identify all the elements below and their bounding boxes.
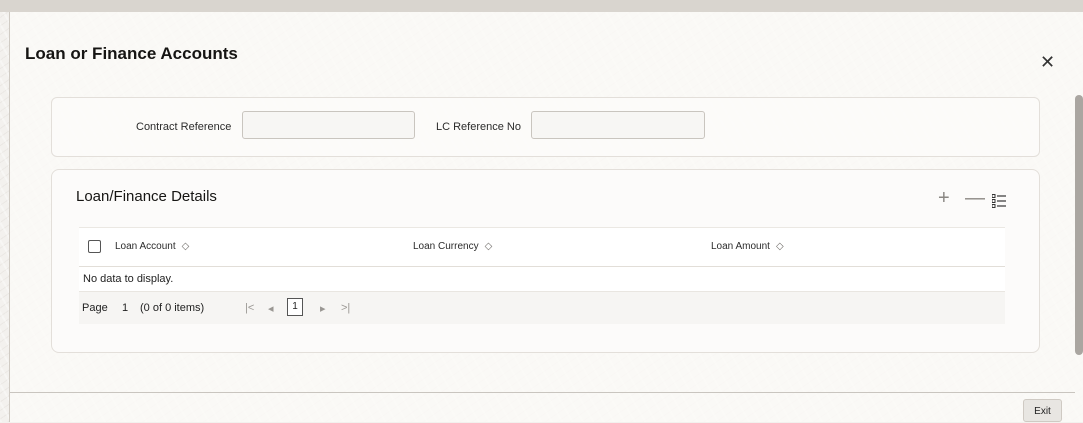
minus-icon[interactable]: —	[965, 188, 985, 208]
plus-icon[interactable]: +	[938, 188, 950, 208]
dialog-title: Loan or Finance Accounts	[25, 44, 238, 63]
sort-icon[interactable]: ◇	[776, 241, 784, 252]
sort-icon[interactable]: ◇	[182, 241, 190, 252]
pagination-bar: Page 1 (0 of 0 items) |< ◂ 1 ▸ >|	[79, 291, 1005, 324]
sort-icon[interactable]: ◇	[485, 241, 493, 252]
page-label: Page	[82, 302, 108, 314]
column-label: Loan Amount	[711, 241, 770, 252]
previous-page-icon[interactable]: ◂	[268, 302, 274, 315]
footer-divider	[10, 392, 1075, 393]
page-number-input[interactable]: 1	[122, 302, 128, 314]
scrollbar[interactable]	[1075, 95, 1083, 355]
column-label: Loan Currency	[413, 241, 479, 252]
empty-message: No data to display.	[79, 267, 1005, 291]
column-header-loan-amount[interactable]: Loan Amount ◇	[711, 241, 784, 252]
next-page-icon[interactable]: ▸	[320, 302, 326, 315]
column-header-loan-account[interactable]: Loan Account ◇	[115, 241, 189, 252]
items-info: (0 of 0 items)	[140, 302, 205, 314]
loan-details-table: Loan Account ◇ Loan Currency ◇ Loan Amount…	[79, 227, 1005, 324]
exit-button[interactable]: Exit	[1023, 399, 1062, 422]
column-list-icon[interactable]	[991, 192, 1006, 208]
last-page-icon[interactable]: >|	[341, 302, 350, 314]
loan-finance-details-panel: Loan/Finance Details + — Loan Account ◇ L…	[51, 169, 1040, 353]
table-header: Loan Account ◇ Loan Currency ◇ Loan Amount…	[79, 227, 1005, 267]
contract-reference-input[interactable]	[242, 111, 415, 139]
lc-reference-input[interactable]	[531, 111, 705, 139]
lc-reference-label: LC Reference No	[436, 121, 521, 133]
first-page-icon[interactable]: |<	[245, 302, 254, 314]
top-strip	[0, 0, 1083, 12]
column-label: Loan Account	[115, 241, 176, 252]
column-header-loan-currency[interactable]: Loan Currency ◇	[413, 241, 492, 252]
section-title: Loan/Finance Details	[76, 188, 217, 205]
current-page-button[interactable]: 1	[287, 298, 303, 316]
contract-reference-label: Contract Reference	[136, 121, 232, 133]
search-criteria-panel: Contract Reference LC Reference No	[51, 97, 1040, 157]
select-all-checkbox[interactable]	[88, 240, 101, 253]
close-icon[interactable]: ✕	[1040, 53, 1055, 71]
